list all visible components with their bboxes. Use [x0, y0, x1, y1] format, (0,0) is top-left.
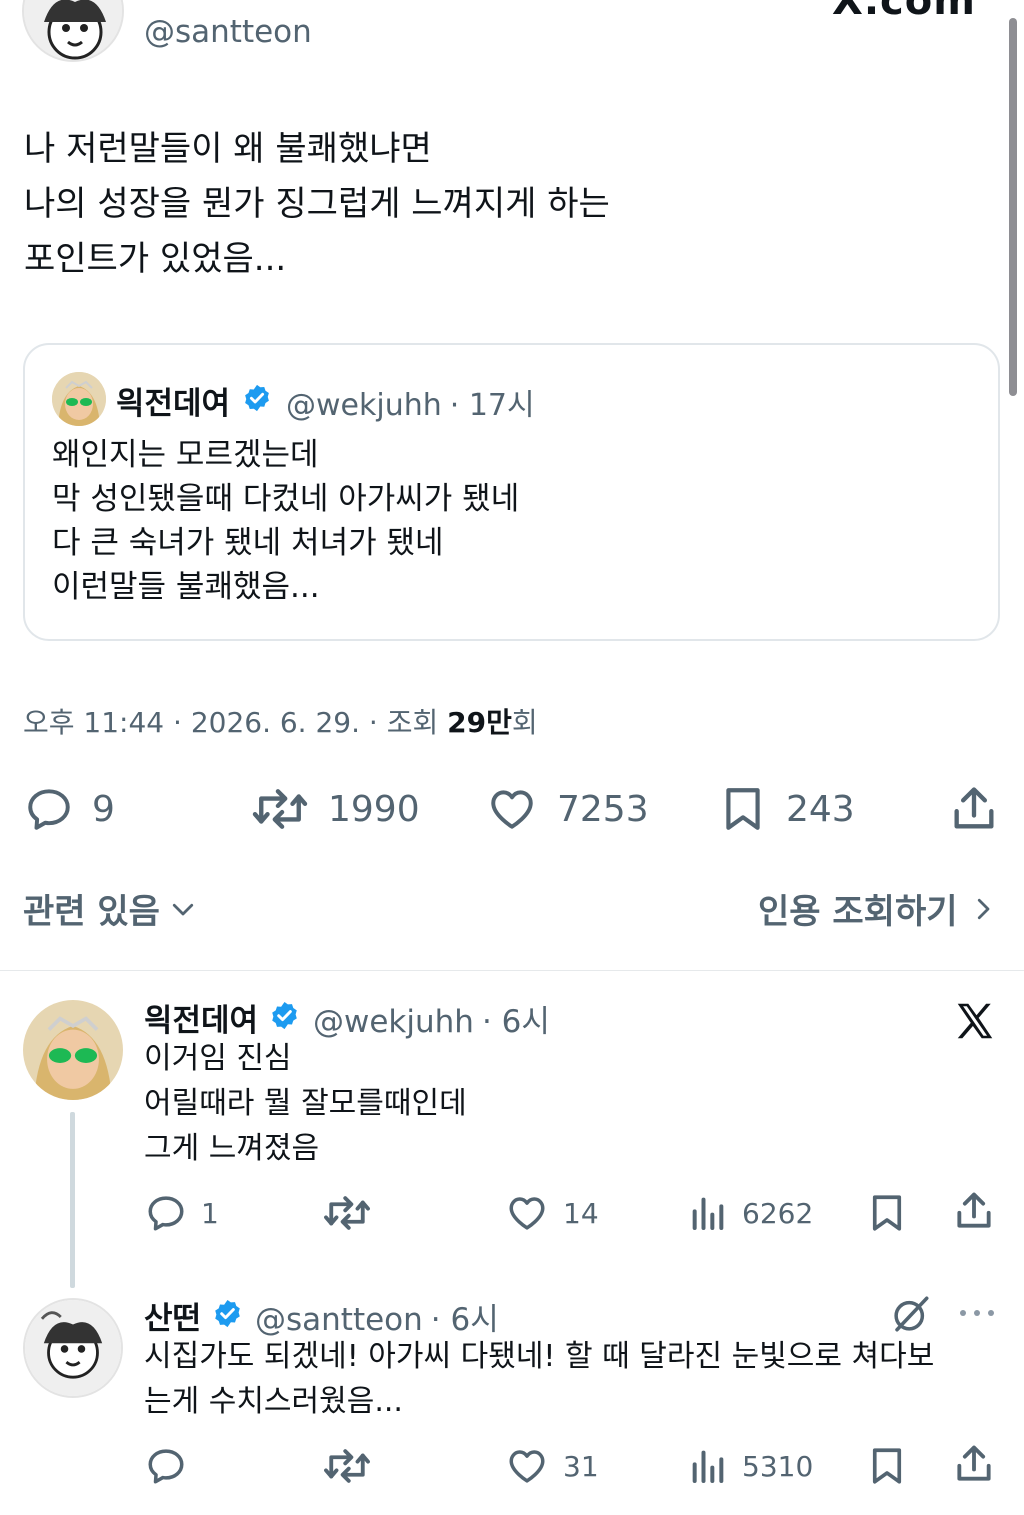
verified-badge-icon [242, 383, 272, 413]
reply-views-button[interactable]: 5310 [688, 1444, 813, 1488]
reply-text: 시집가도 되겠네! 아가씨 다됐네! 할 때 달라진 눈빛으로 쳐다보 는게 수… [144, 1334, 934, 1424]
chevron-right-icon [977, 898, 989, 919]
scrollbar[interactable] [1009, 18, 1017, 396]
bookmark-icon [872, 1195, 902, 1231]
quoted-author-avatar[interactable] [52, 372, 106, 426]
verified-badge-icon [269, 1000, 300, 1031]
grok-icon[interactable] [890, 1293, 932, 1339]
repost-icon [324, 1196, 370, 1230]
share-icon [957, 1192, 991, 1228]
quoted-text-line: 이런말들 불쾌했음... [52, 569, 320, 605]
reply-author-avatar[interactable] [23, 1000, 123, 1100]
view-count: 29만 [447, 706, 512, 739]
quoted-author-handle[interactable]: @wekjuhh [286, 388, 442, 423]
verified-badge-icon [212, 1298, 243, 1329]
reply-text-line: 는게 수치스러웠음... [144, 1384, 403, 1419]
views-count: 5310 [742, 1449, 814, 1483]
heart-icon [509, 1197, 545, 1230]
reply-time: · 6시 [481, 1004, 550, 1040]
reply-count: 9 [92, 788, 115, 830]
reply-meta: @wekjuhh · 6시 [313, 996, 550, 1041]
post-timestamp: 오후 11:44 · 2026. 6. 29. · 조회 29만회 [23, 701, 538, 741]
repost-icon [324, 1449, 370, 1483]
reply-button[interactable]: 9 [24, 781, 115, 837]
bookmark-icon [872, 1448, 902, 1484]
related-label: 관련 있음 [23, 892, 160, 932]
bookmark-count: 243 [786, 788, 855, 830]
reply-views-button[interactable]: 6262 [688, 1191, 813, 1235]
views-chart-icon [692, 1197, 724, 1230]
more-options-icon[interactable] [958, 1300, 996, 1330]
x-logo-icon[interactable] [952, 998, 998, 1048]
view-quotes-link[interactable]: 인용 조회하기 [758, 884, 998, 933]
view-count-suffix: 회 [511, 706, 538, 739]
reply-author-handle[interactable]: @wekjuhh [313, 1004, 474, 1040]
chevron-down-icon [172, 903, 194, 915]
share-icon [957, 1445, 991, 1481]
repost-count: 1990 [328, 788, 420, 830]
post-text-line: 나 저런말들이 왜 불쾌했냐면 [24, 129, 432, 169]
quoted-text-line: 막 성인됐을때 다컸네 아가씨가 됐네 [52, 481, 520, 517]
quoted-text-line: 다 큰 숙녀가 됐네 처녀가 됐네 [52, 525, 444, 561]
reply-share-button[interactable] [952, 1442, 996, 1486]
reply-text: 이거임 진심 어릴때라 뭘 잘모를때인데 그게 느껴졌음 [144, 1036, 467, 1171]
share-icon [954, 787, 994, 829]
like-count: 14 [563, 1196, 599, 1230]
reply-text-line: 그게 느껴졌음 [144, 1131, 320, 1166]
reply-icon [28, 789, 70, 830]
reply-bookmark-button[interactable] [866, 1191, 908, 1235]
reply-repost-button[interactable] [322, 1444, 372, 1488]
reply-count: 1 [201, 1196, 219, 1230]
repost-button[interactable]: 1990 [250, 781, 420, 837]
bookmark-icon [726, 788, 760, 830]
quoted-author-name[interactable]: 읙전데여 [116, 378, 230, 423]
reply-reply-button[interactable] [145, 1444, 201, 1488]
like-button[interactable]: 7253 [485, 781, 649, 837]
repost-icon [252, 789, 308, 829]
reply-icon [148, 1449, 184, 1484]
timestamp-text: 오후 11:44 · 2026. 6. 29. · 조회 [23, 706, 448, 739]
heart-icon [491, 790, 533, 829]
author-avatar[interactable] [22, 0, 124, 62]
reply-like-button[interactable]: 31 [505, 1444, 599, 1488]
section-divider [0, 970, 1024, 971]
quoted-author-meta: @wekjuhh · 17시 [286, 380, 535, 424]
reply-text-line: 이거임 진심 [144, 1041, 292, 1076]
share-button[interactable] [948, 781, 1000, 837]
post-text-line: 나의 성장을 뭔가 징그럽게 느껴지게 하는 [24, 184, 610, 224]
reply-icon [148, 1196, 184, 1231]
reply-like-button[interactable]: 14 [505, 1191, 599, 1235]
views-count: 6262 [742, 1196, 814, 1230]
reply-author-avatar[interactable] [23, 1298, 123, 1398]
reply-meta: @santteon · 6시 [255, 1294, 499, 1339]
reply-author-name[interactable]: 읙전데여 [144, 995, 258, 1040]
reply-author-handle[interactable]: @santteon [255, 1302, 423, 1338]
reply-reply-button[interactable]: 1 [145, 1191, 219, 1235]
reply-text-line: 시집가도 되겠네! 아가씨 다됐네! 할 때 달라진 눈빛으로 쳐다보 [144, 1339, 935, 1374]
views-chart-icon [692, 1450, 724, 1483]
like-count: 31 [563, 1449, 599, 1483]
thread-connector [70, 1112, 75, 1288]
author-handle[interactable]: @santteon [144, 14, 312, 50]
bookmark-button[interactable]: 243 [718, 781, 855, 837]
quoted-text-line: 왜인지는 모르겠는데 [52, 437, 319, 473]
quoted-post-text: 왜인지는 모르겠는데 막 성인됐을때 다컸네 아가씨가 됐네 다 큰 숙녀가 됐… [52, 433, 519, 609]
quoted-post-time: · 17시 [449, 388, 535, 423]
site-label: X.com [832, 0, 976, 24]
reply-bookmark-button[interactable] [866, 1444, 908, 1488]
reply-text-line: 어릴때라 뭘 잘모를때인데 [144, 1086, 467, 1121]
reply-share-button[interactable] [952, 1189, 996, 1233]
reply-repost-button[interactable] [322, 1191, 372, 1235]
post-text-line: 포인트가 있었음... [24, 239, 287, 279]
reply-time: · 6시 [430, 1302, 499, 1338]
reply-author-name[interactable]: 산떤 [144, 1293, 201, 1338]
view-quotes-label: 인용 조회하기 [758, 892, 958, 932]
post-text: 나 저런말들이 왜 불쾌했냐면 나의 성장을 뭔가 징그럽게 느껴지게 하는 포… [24, 122, 984, 287]
heart-icon [509, 1450, 545, 1483]
related-toggle[interactable]: 관련 있음 [23, 884, 198, 933]
like-count: 7253 [557, 788, 649, 830]
